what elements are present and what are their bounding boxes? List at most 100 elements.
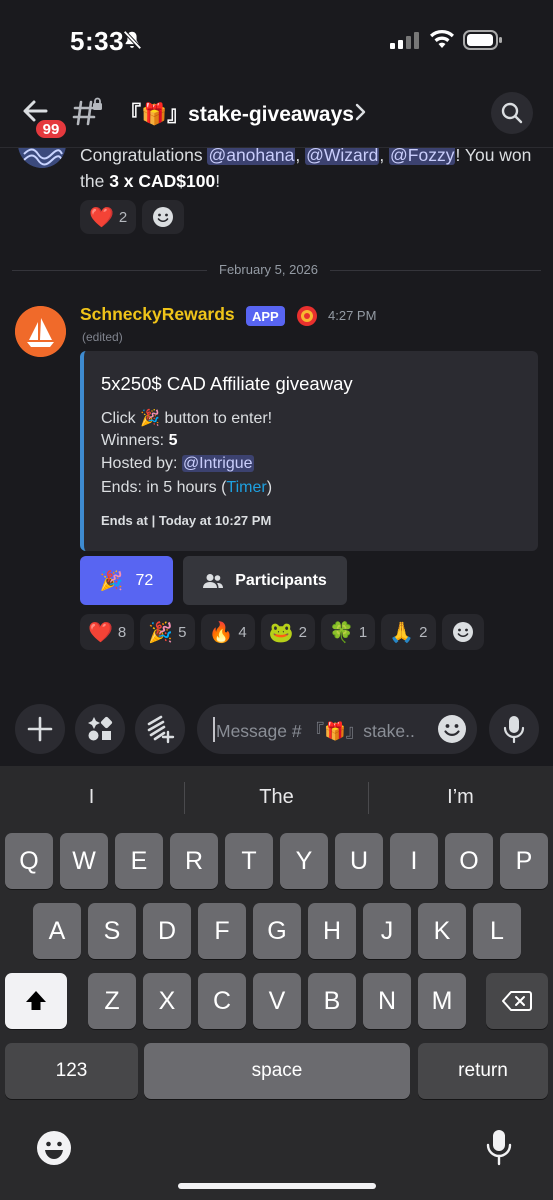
reaction-clover[interactable]: 🍀 1 — [321, 614, 376, 650]
mention[interactable]: @Fozzy — [389, 148, 456, 165]
slash-commands-icon — [147, 715, 175, 744]
previous-author-avatar[interactable] — [18, 148, 66, 168]
mention[interactable]: @Wizard — [305, 148, 380, 165]
reaction-heart[interactable]: ❤️ 2 — [80, 200, 137, 234]
winners-label: Winners: — [101, 432, 169, 449]
embed-footer: Ends at | Today at 10:27 PM — [101, 513, 272, 528]
home-indicator[interactable] — [178, 1183, 376, 1189]
key-h[interactable]: H — [308, 903, 356, 959]
key-w[interactable]: W — [60, 833, 108, 889]
key-f[interactable]: F — [198, 903, 246, 959]
reaction-count: 5 — [178, 623, 187, 641]
key-a[interactable]: A — [33, 903, 81, 959]
key-v[interactable]: V — [253, 973, 301, 1029]
search-icon — [501, 102, 523, 124]
space-key[interactable]: space — [144, 1043, 410, 1099]
winners-value: 5 — [168, 432, 178, 449]
key-b[interactable]: B — [308, 973, 356, 1029]
heart-emoji: ❤️ — [88, 621, 113, 644]
reaction-fire[interactable]: 🔥 4 — [200, 614, 255, 650]
timer-link[interactable]: Timer — [226, 479, 266, 496]
message-composer: Message # 『🎁』stake.. — [0, 694, 553, 766]
mention[interactable]: @anohana — [207, 148, 296, 165]
smiley-add-icon — [452, 622, 473, 642]
key-k[interactable]: K — [418, 903, 466, 959]
host-mention[interactable]: @Intrigue — [181, 455, 254, 472]
reaction-heart[interactable]: ❤️ 8 — [80, 614, 135, 650]
entry-count: 72 — [135, 571, 154, 589]
date-divider: February 5, 2026 — [207, 262, 331, 277]
author-username[interactable]: SchneckyRewards — [80, 304, 235, 325]
key-d[interactable]: D — [143, 903, 191, 959]
dictation-microphone-icon[interactable] — [486, 1129, 512, 1167]
key-i[interactable]: I — [390, 833, 438, 889]
key-e[interactable]: E — [115, 833, 163, 889]
previous-message-end: ! — [215, 171, 221, 191]
apps-button[interactable] — [75, 704, 125, 754]
fire-emoji: 🔥 — [208, 621, 234, 644]
key-x[interactable]: X — [143, 973, 191, 1029]
heart-emoji: ❤️ — [89, 206, 114, 229]
key-t[interactable]: T — [225, 833, 273, 889]
suggestion[interactable]: The — [185, 786, 368, 809]
locked-channel-hash-icon — [72, 97, 102, 126]
embed-instruction: Click 🎉 button to enter! — [101, 408, 272, 428]
search-button[interactable] — [491, 92, 533, 134]
emoji-picker-icon[interactable] — [437, 714, 467, 744]
ends-close: ) — [266, 479, 273, 496]
message-list[interactable]: Congratulations @anohana, @Wizard, @Fozz… — [0, 148, 553, 694]
key-q[interactable]: Q — [5, 833, 53, 889]
voice-message-button[interactable] — [489, 704, 539, 754]
suggestion[interactable]: I’m — [369, 786, 552, 809]
key-p[interactable]: P — [500, 833, 548, 889]
attach-button[interactable] — [15, 704, 65, 754]
key-c[interactable]: C — [198, 973, 246, 1029]
previous-reactions: ❤️ 2 — [80, 200, 185, 234]
key-u[interactable]: U — [335, 833, 383, 889]
reaction-pray[interactable]: 🙏 2 — [381, 614, 436, 650]
participants-button[interactable]: Participants — [183, 556, 347, 605]
enter-giveaway-button[interactable]: 🎉 72 — [80, 556, 173, 605]
add-reaction-button[interactable] — [441, 614, 484, 650]
key-n[interactable]: N — [363, 973, 411, 1029]
discord-channel-screen: 5:33 99 『🎁』stake-giveaways Congratulatio… — [0, 0, 553, 1200]
key-s[interactable]: S — [88, 903, 136, 959]
numbers-key[interactable]: 123 — [5, 1043, 138, 1099]
return-key[interactable]: return — [418, 1043, 548, 1099]
key-m[interactable]: M — [418, 973, 466, 1029]
giveaway-embed: 5x250$ CAD Affiliate giveaway Click 🎉 bu… — [80, 351, 538, 551]
embed-ends: Ends: in 5 hours (Timer) — [101, 479, 272, 497]
key-j[interactable]: J — [363, 903, 411, 959]
add-reaction-button[interactable] — [142, 200, 185, 234]
backspace-key[interactable] — [486, 973, 548, 1029]
key-l[interactable]: L — [473, 903, 521, 959]
reaction-party[interactable]: 🎉 5 — [140, 614, 195, 650]
chevron-right-icon[interactable] — [354, 102, 368, 122]
previous-message-text: Congratulations @anohana, @Wizard, @Fozz… — [80, 148, 540, 194]
frog-emoji: 🐸 — [268, 621, 294, 644]
key-z[interactable]: Z — [88, 973, 136, 1029]
reaction-count: 2 — [419, 623, 428, 641]
suggestion[interactable]: I — [0, 786, 183, 809]
key-g[interactable]: G — [253, 903, 301, 959]
reaction-count: 2 — [118, 208, 128, 226]
key-o[interactable]: O — [445, 833, 493, 889]
reaction-frog[interactable]: 🐸 2 — [260, 614, 315, 650]
gift-commands-button[interactable] — [135, 704, 185, 754]
message-input[interactable]: Message # 『🎁』stake.. — [197, 704, 477, 754]
key-y[interactable]: Y — [280, 833, 328, 889]
channel-name[interactable]: 『🎁』stake-giveaways — [120, 98, 354, 128]
shift-key[interactable] — [5, 973, 67, 1029]
role-icon — [297, 306, 317, 326]
key-r[interactable]: R — [170, 833, 218, 889]
author-avatar[interactable] — [15, 306, 66, 357]
message-timestamp: 4:27 PM — [328, 308, 377, 323]
party-popper-emoji: 🎉 — [99, 570, 124, 592]
instruction-suffix: button to enter! — [160, 410, 273, 427]
embed-host: Hosted by: @Intrigue — [101, 455, 254, 473]
instruction-prefix: Click — [101, 410, 141, 427]
unread-badge: 99 — [34, 118, 68, 140]
cellular-signal-icon — [390, 31, 420, 49]
emoji-keyboard-icon[interactable] — [36, 1130, 72, 1166]
reaction-count: 8 — [117, 623, 127, 641]
